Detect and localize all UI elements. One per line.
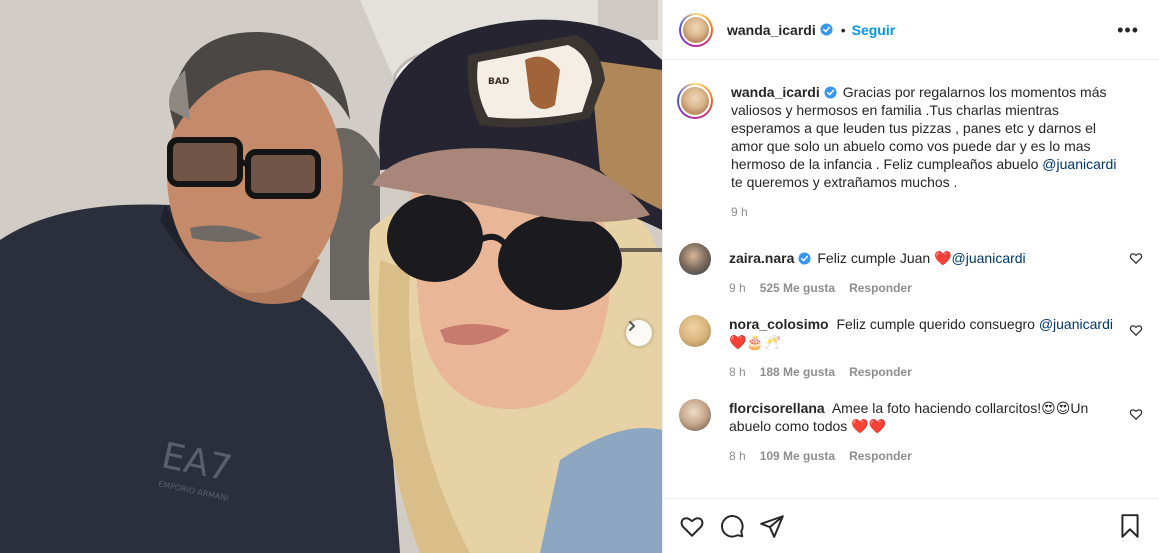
verified-badge-icon bbox=[824, 86, 837, 99]
comment-body: Feliz cumple querido consuegro bbox=[836, 316, 1035, 332]
comment-mention[interactable]: @juanicardi bbox=[952, 250, 1026, 266]
comment-icon[interactable] bbox=[719, 513, 745, 539]
cap-patch-label: BAD bbox=[488, 77, 509, 87]
avatar[interactable] bbox=[679, 12, 713, 47]
caption-body-end: te queremos y extrañamos muchos . bbox=[731, 174, 958, 190]
chevron-right-icon bbox=[629, 321, 636, 331]
avatar[interactable] bbox=[679, 399, 711, 431]
comment-body-end: ❤️🎂🥂 bbox=[729, 334, 782, 350]
header-username[interactable]: wanda_icardi bbox=[727, 22, 816, 38]
comment-username[interactable]: nora_colosimo bbox=[729, 316, 829, 332]
header-separator: • bbox=[840, 21, 846, 38]
heart-icon[interactable] bbox=[1129, 323, 1143, 337]
heart-icon[interactable] bbox=[679, 513, 705, 539]
comment-meta: 8 h 109 Me gusta Responder bbox=[729, 449, 1125, 463]
comment-time[interactable]: 8 h bbox=[729, 449, 746, 463]
caption-username[interactable]: wanda_icardi bbox=[731, 84, 820, 100]
post-side-panel: wanda_icardi • Seguir ••• wanda_icardi Gr… bbox=[662, 0, 1159, 553]
caption-mention[interactable]: @juanicardi bbox=[1042, 156, 1116, 172]
reply-button[interactable]: Responder bbox=[849, 365, 912, 379]
comment-item: zaira.nara Feliz cumple Juan ❤️@juanicard… bbox=[679, 243, 1143, 295]
comments-list[interactable]: wanda_icardi Gracias por regalarnos los m… bbox=[663, 61, 1159, 498]
comment-time[interactable]: 9 h bbox=[729, 281, 746, 295]
comment-text: nora_colosimo Feliz cumple querido consu… bbox=[729, 315, 1125, 351]
comment-text: zaira.nara Feliz cumple Juan ❤️@juanicard… bbox=[729, 243, 1125, 267]
comment-time[interactable]: 8 h bbox=[729, 365, 746, 379]
comment-body: Feliz cumple Juan ❤️ bbox=[817, 250, 952, 266]
share-icon[interactable] bbox=[759, 513, 785, 539]
comment-likes[interactable]: 525 Me gusta bbox=[760, 281, 835, 295]
comment-mention[interactable]: @juanicardi bbox=[1039, 316, 1113, 332]
avatar[interactable] bbox=[679, 243, 711, 275]
comment-username[interactable]: zaira.nara bbox=[729, 250, 794, 266]
heart-icon[interactable] bbox=[1129, 251, 1143, 265]
verified-badge-icon bbox=[798, 252, 811, 265]
comment-likes[interactable]: 188 Me gusta bbox=[760, 365, 835, 379]
post-header: wanda_icardi • Seguir ••• bbox=[663, 0, 1159, 60]
caption-meta: 9 h bbox=[731, 205, 1127, 219]
comment-item: florcisorellana Amee la foto haciendo co… bbox=[679, 399, 1143, 463]
caption: wanda_icardi Gracias por regalarnos los m… bbox=[677, 83, 1143, 219]
comment-username[interactable]: florcisorellana bbox=[729, 400, 825, 416]
comment-text: florcisorellana Amee la foto haciendo co… bbox=[729, 399, 1125, 435]
bookmark-icon[interactable] bbox=[1117, 513, 1143, 539]
follow-button[interactable]: Seguir bbox=[852, 22, 896, 38]
next-photo-button[interactable] bbox=[626, 320, 652, 346]
verified-badge-icon bbox=[820, 23, 833, 36]
post-actions-bar bbox=[663, 498, 1159, 553]
comment-meta: 8 h 188 Me gusta Responder bbox=[729, 365, 1125, 379]
reply-button[interactable]: Responder bbox=[849, 449, 912, 463]
comment-likes[interactable]: 109 Me gusta bbox=[760, 449, 835, 463]
avatar[interactable] bbox=[677, 83, 713, 119]
heart-icon[interactable] bbox=[1129, 407, 1143, 421]
post-photo[interactable]: EA7 EMPORIO ARMANI BAD bbox=[0, 0, 662, 553]
reply-button[interactable]: Responder bbox=[849, 281, 912, 295]
comment-meta: 9 h 525 Me gusta Responder bbox=[729, 281, 1125, 295]
avatar[interactable] bbox=[679, 315, 711, 347]
more-options-icon[interactable]: ••• bbox=[1113, 21, 1143, 39]
photo-illustration: EA7 EMPORIO ARMANI BAD bbox=[0, 0, 662, 553]
comment-item: nora_colosimo Feliz cumple querido consu… bbox=[679, 315, 1143, 379]
caption-text: wanda_icardi Gracias por regalarnos los m… bbox=[731, 83, 1127, 191]
caption-time[interactable]: 9 h bbox=[731, 205, 748, 219]
